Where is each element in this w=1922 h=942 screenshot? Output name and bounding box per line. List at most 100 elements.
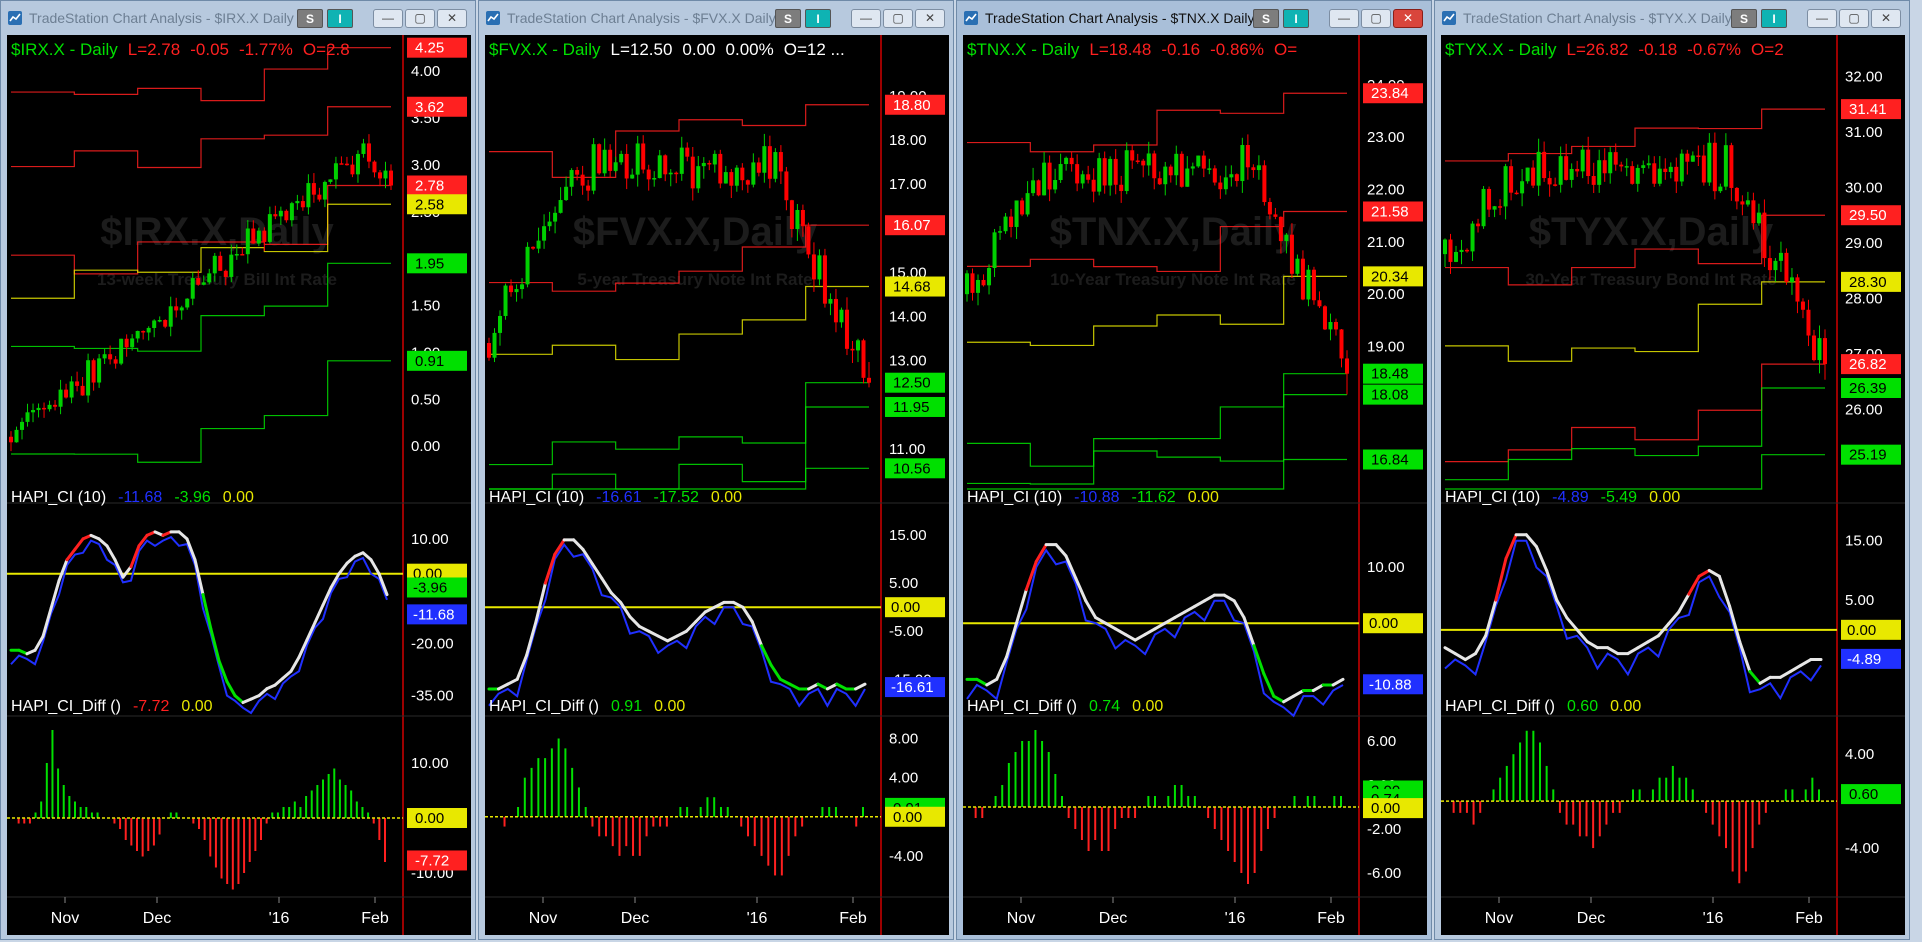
candle-body	[833, 298, 838, 323]
chart-svg[interactable]: $FVX.X,Daily5-year Treasury Note Int Rat…	[485, 35, 949, 935]
diff-value-label: 0.60	[1849, 786, 1878, 803]
candle-body	[1152, 153, 1157, 179]
close-button[interactable]: ✕	[1393, 9, 1423, 28]
ci-value-label: -4.89	[1847, 651, 1881, 668]
maximize-icon: ▢	[1848, 11, 1860, 25]
indicator-link-button[interactable]: I	[1283, 9, 1309, 28]
band-line	[489, 285, 869, 361]
ci-segment	[1626, 646, 1640, 656]
maximize-button[interactable]: ▢	[883, 9, 913, 28]
window-titlebar[interactable]: TradeStation Chart Analysis - $IRX.X Dai…	[1, 1, 475, 35]
plot-area[interactable]: $FVX.X,Daily 5-year Treasury Note Int Rat…	[485, 35, 949, 935]
price-header-pct: -0.67%	[1687, 40, 1741, 59]
candle-body	[613, 162, 618, 171]
candle-body	[361, 143, 366, 154]
candle-body	[289, 203, 294, 221]
chart-svg[interactable]: $TNX.X,Daily 10-Year Treasury Note Int Ra…	[963, 35, 1427, 935]
ci-value-label: -10.88	[1369, 676, 1412, 693]
candle-body	[119, 338, 124, 364]
price-tick-label: 18.00	[889, 132, 927, 149]
candle-body	[273, 214, 278, 217]
indicator-link-button[interactable]: I	[1761, 9, 1787, 28]
close-button[interactable]: ✕	[915, 9, 945, 28]
maximize-button[interactable]: ▢	[1361, 9, 1391, 28]
candle-body	[240, 254, 245, 256]
ci-segment	[1565, 616, 1579, 632]
band-line	[967, 458, 1347, 490]
plot-area[interactable]: $TNX.X,Daily 10-Year Treasury Note Int Ra…	[963, 35, 1427, 935]
indicator-link-button[interactable]: I	[327, 9, 353, 28]
symbol-link-button[interactable]: S	[1731, 9, 1757, 28]
ci-header-v3: 0.00	[223, 489, 254, 506]
candle-body	[185, 298, 190, 308]
minimize-button[interactable]: —	[1329, 9, 1359, 28]
chart-svg[interactable]: $IRX.X,Daily13-week Treasury Bill Int Ra…	[7, 35, 471, 935]
price-header-last: L=26.82	[1566, 40, 1628, 59]
chart-window-0[interactable]: TradeStation Chart Analysis - $IRX.X Dai…	[0, 0, 476, 940]
chart-window-1[interactable]: TradeStation Chart Analysis - $FVX.X Dai…	[478, 0, 954, 940]
candle-body	[1498, 206, 1503, 208]
candle-body	[1256, 165, 1261, 171]
candle-body	[569, 170, 574, 187]
candle-body	[1108, 158, 1113, 186]
candle-body	[1306, 269, 1311, 300]
candle-body	[492, 332, 497, 358]
candle-body	[1201, 155, 1206, 169]
chart-window-2[interactable]: TradeStation Chart Analysis - $TNX.X Dai…	[956, 0, 1432, 940]
ci-blue-line	[488, 542, 866, 708]
price-header: $TNX.X - Daily L=18.48 -0.16 -0.86% O=	[967, 40, 1297, 59]
candle-body	[619, 153, 624, 163]
ci-segment	[816, 682, 829, 691]
candle-body	[1657, 168, 1662, 184]
candle-body	[1229, 174, 1234, 178]
diff-header-v2: 0.00	[181, 698, 212, 715]
plot-area[interactable]: $TYX.X,Daily 30-Year Treasury Bond Int Ra…	[1441, 35, 1905, 935]
candle-body	[1602, 160, 1607, 174]
price-header-last: L=12.50	[610, 40, 672, 59]
maximize-button[interactable]: ▢	[405, 9, 435, 28]
ci-segment	[1173, 610, 1187, 620]
candle-body	[1630, 166, 1635, 184]
close-button[interactable]: ✕	[437, 9, 467, 28]
minimize-button[interactable]: —	[373, 9, 403, 28]
plot-area[interactable]: $IRX.X,Daily 13-week Treasury Bill Int Ra…	[7, 35, 471, 935]
ci-blue-line	[1444, 539, 1822, 701]
candle-body	[355, 153, 360, 175]
indicator-link-button[interactable]: I	[805, 9, 831, 28]
candle-body	[1333, 322, 1338, 330]
ci-segment	[666, 634, 679, 643]
maximize-button[interactable]: ▢	[1839, 9, 1869, 28]
ci-header-v2: -17.52	[654, 489, 699, 506]
window-titlebar[interactable]: TradeStation Chart Analysis - $TNX.X Dai…	[957, 1, 1431, 35]
ci-segment	[1758, 675, 1772, 685]
candle-body	[1745, 200, 1750, 205]
ci-segment	[1443, 646, 1457, 656]
ci-segment	[1799, 658, 1813, 667]
x-tick-label: Dec	[143, 910, 171, 927]
symbol-link-button[interactable]: S	[297, 9, 323, 28]
ci-header-v2: -5.49	[1601, 489, 1638, 506]
symbol-link-button[interactable]: S	[1253, 9, 1279, 28]
minimize-button[interactable]: —	[1807, 9, 1837, 28]
symbol-link-button[interactable]: S	[775, 9, 801, 28]
chart-window-3[interactable]: TradeStation Chart Analysis - $TYX.X Dai…	[1434, 0, 1910, 940]
ci-segment	[121, 565, 133, 579]
candle-body	[75, 381, 80, 386]
ci-segment	[1697, 568, 1711, 578]
close-button[interactable]: ✕	[1871, 9, 1901, 28]
band-line	[11, 360, 391, 463]
x-tick-label: Feb	[1795, 910, 1823, 927]
price-level-label: 14.68	[893, 279, 931, 296]
candle-body	[1240, 145, 1245, 182]
candle-body	[1278, 216, 1283, 242]
candle-body	[339, 163, 344, 165]
candle-body	[1025, 193, 1030, 215]
window-titlebar[interactable]: TradeStation Chart Analysis - $TYX.X Dai…	[1435, 1, 1909, 35]
window-titlebar[interactable]: TradeStation Chart Analysis - $FVX.X Dai…	[479, 1, 953, 35]
minimize-button[interactable]: —	[851, 9, 881, 28]
ci-segment	[825, 682, 839, 691]
candle-body	[1492, 206, 1497, 210]
candle-body	[525, 246, 530, 285]
chart-svg[interactable]: $TYX.X,Daily 30-Year Treasury Bond Int Ra…	[1441, 35, 1905, 935]
candle-body	[503, 285, 508, 316]
